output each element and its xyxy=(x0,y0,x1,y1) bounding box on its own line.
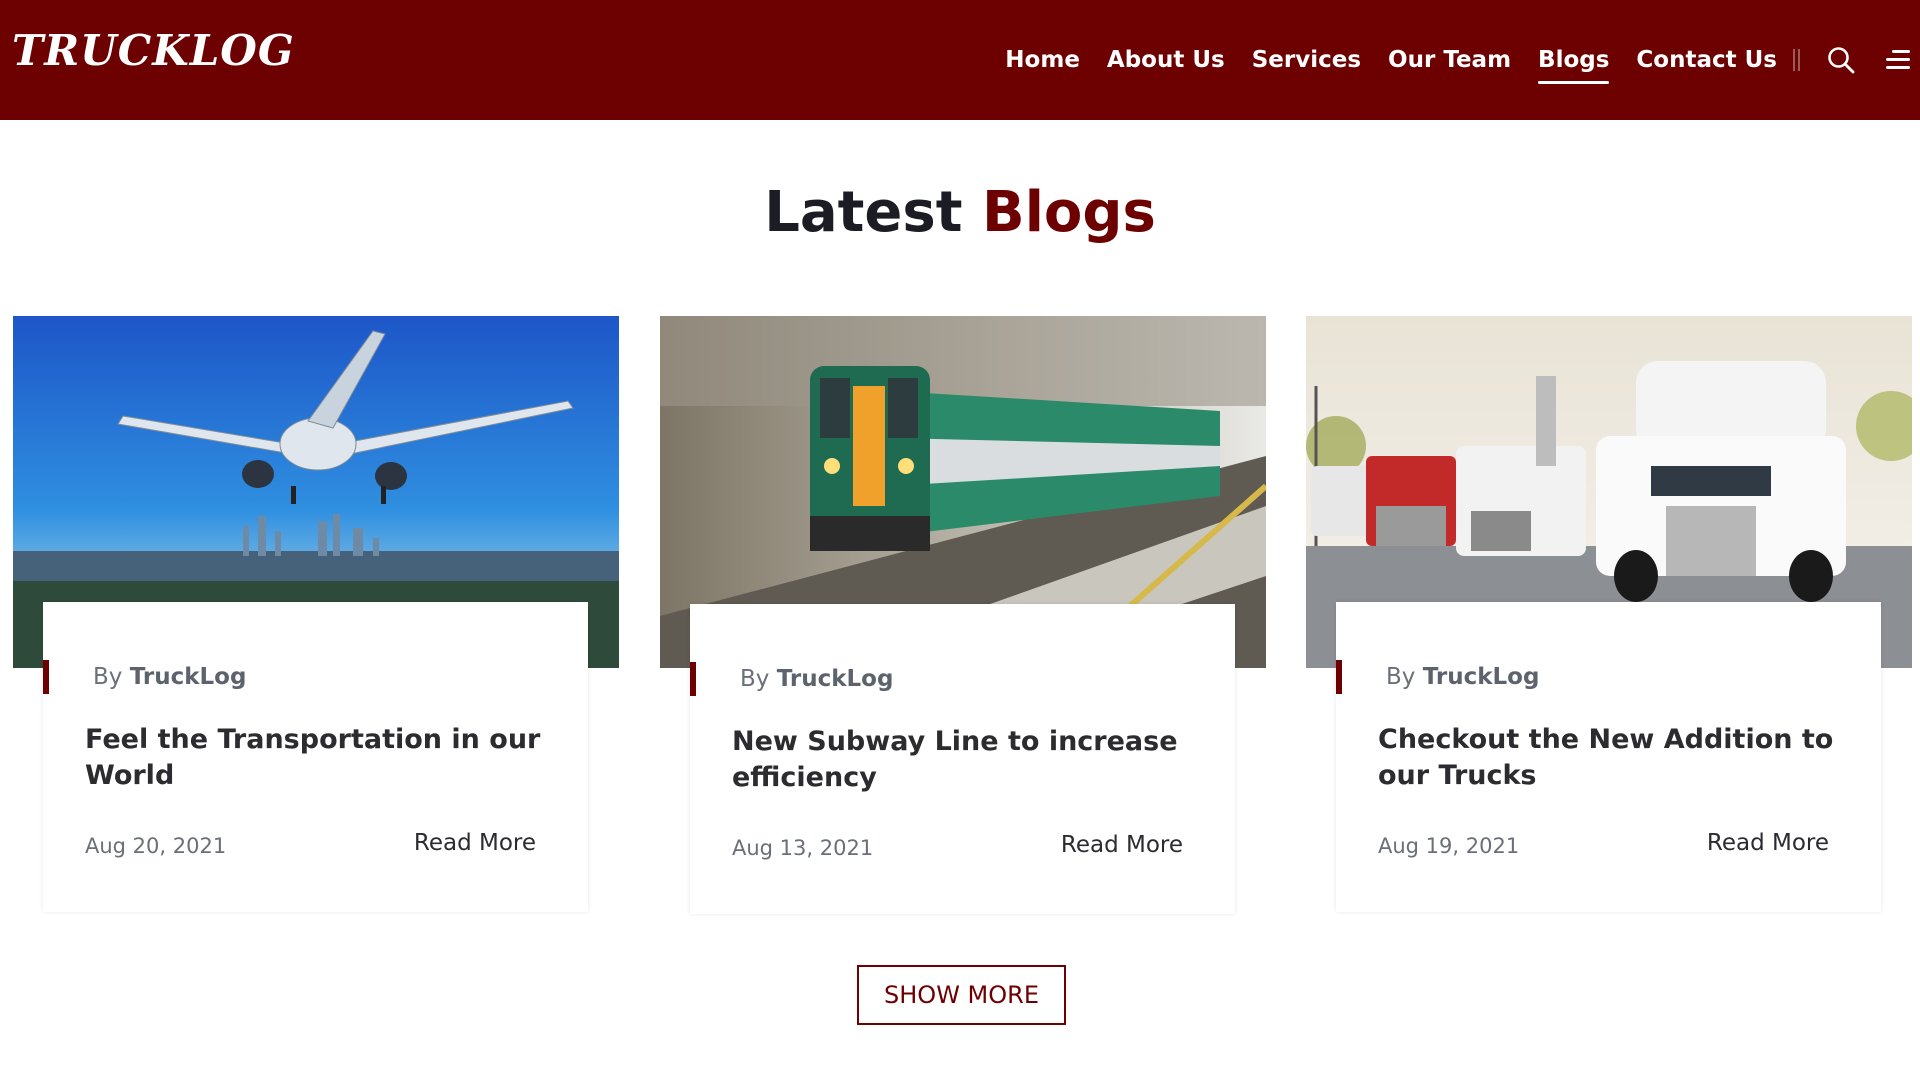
nav-item-contact-us[interactable]: Contact Us xyxy=(1636,47,1777,73)
post-title[interactable]: Feel the Transportation in our World xyxy=(85,722,555,794)
nav-item-home[interactable]: Home xyxy=(1005,47,1080,73)
show-more-button[interactable]: SHOW MORE xyxy=(857,965,1066,1025)
accent-bar xyxy=(43,660,49,694)
post-title[interactable]: New Subway Line to increase efficiency xyxy=(732,724,1202,796)
nav-item-services[interactable]: Services xyxy=(1252,47,1361,73)
author-prefix: By xyxy=(1386,664,1416,690)
post-date: Aug 19, 2021 xyxy=(1378,834,1520,858)
author-name[interactable]: TruckLog xyxy=(777,666,894,692)
post-date: Aug 13, 2021 xyxy=(732,836,874,860)
read-more-link[interactable]: Read More xyxy=(414,830,536,856)
blog-card-body: By TruckLog Checkout the New Addition to… xyxy=(1336,602,1881,912)
post-author: By TruckLog xyxy=(1386,664,1539,690)
post-title[interactable]: Checkout the New Addition to our Trucks xyxy=(1378,722,1848,794)
site-logo[interactable]: TRUCKLOG xyxy=(12,26,295,75)
section-title: Latest Blogs xyxy=(0,180,1920,245)
blog-card: By TruckLog New Subway Line to increase … xyxy=(660,316,1266,916)
read-more-link[interactable]: Read More xyxy=(1707,830,1829,856)
author-prefix: By xyxy=(93,664,123,690)
menu-icon[interactable] xyxy=(1886,49,1910,71)
blog-card: By TruckLog Feel the Transportation in o… xyxy=(13,316,619,916)
blog-card: By TruckLog Checkout the New Addition to… xyxy=(1306,316,1912,916)
nav-item-blogs[interactable]: Blogs xyxy=(1538,47,1610,84)
search-icon[interactable] xyxy=(1826,45,1856,75)
accent-bar xyxy=(1336,660,1342,694)
post-date: Aug 20, 2021 xyxy=(85,834,227,858)
section-title-plain: Latest xyxy=(764,180,963,245)
read-more-link[interactable]: Read More xyxy=(1061,832,1183,858)
accent-bar xyxy=(690,662,696,696)
author-prefix: By xyxy=(740,666,770,692)
site-header: TRUCKLOG Home About Us Services Our Team… xyxy=(0,0,1920,120)
post-author: By TruckLog xyxy=(740,666,893,692)
post-author: By TruckLog xyxy=(93,664,246,690)
author-name[interactable]: TruckLog xyxy=(1423,664,1540,690)
main-nav: Home About Us Services Our Team Blogs Co… xyxy=(1005,0,1920,120)
blog-card-body: By TruckLog Feel the Transportation in o… xyxy=(43,602,588,912)
author-name[interactable]: TruckLog xyxy=(130,664,247,690)
blog-card-body: By TruckLog New Subway Line to increase … xyxy=(690,604,1235,914)
nav-item-our-team[interactable]: Our Team xyxy=(1388,47,1511,73)
nav-item-about-us[interactable]: About Us xyxy=(1107,47,1225,73)
nav-divider xyxy=(1793,49,1800,71)
section-title-accent: Blogs xyxy=(982,180,1156,245)
